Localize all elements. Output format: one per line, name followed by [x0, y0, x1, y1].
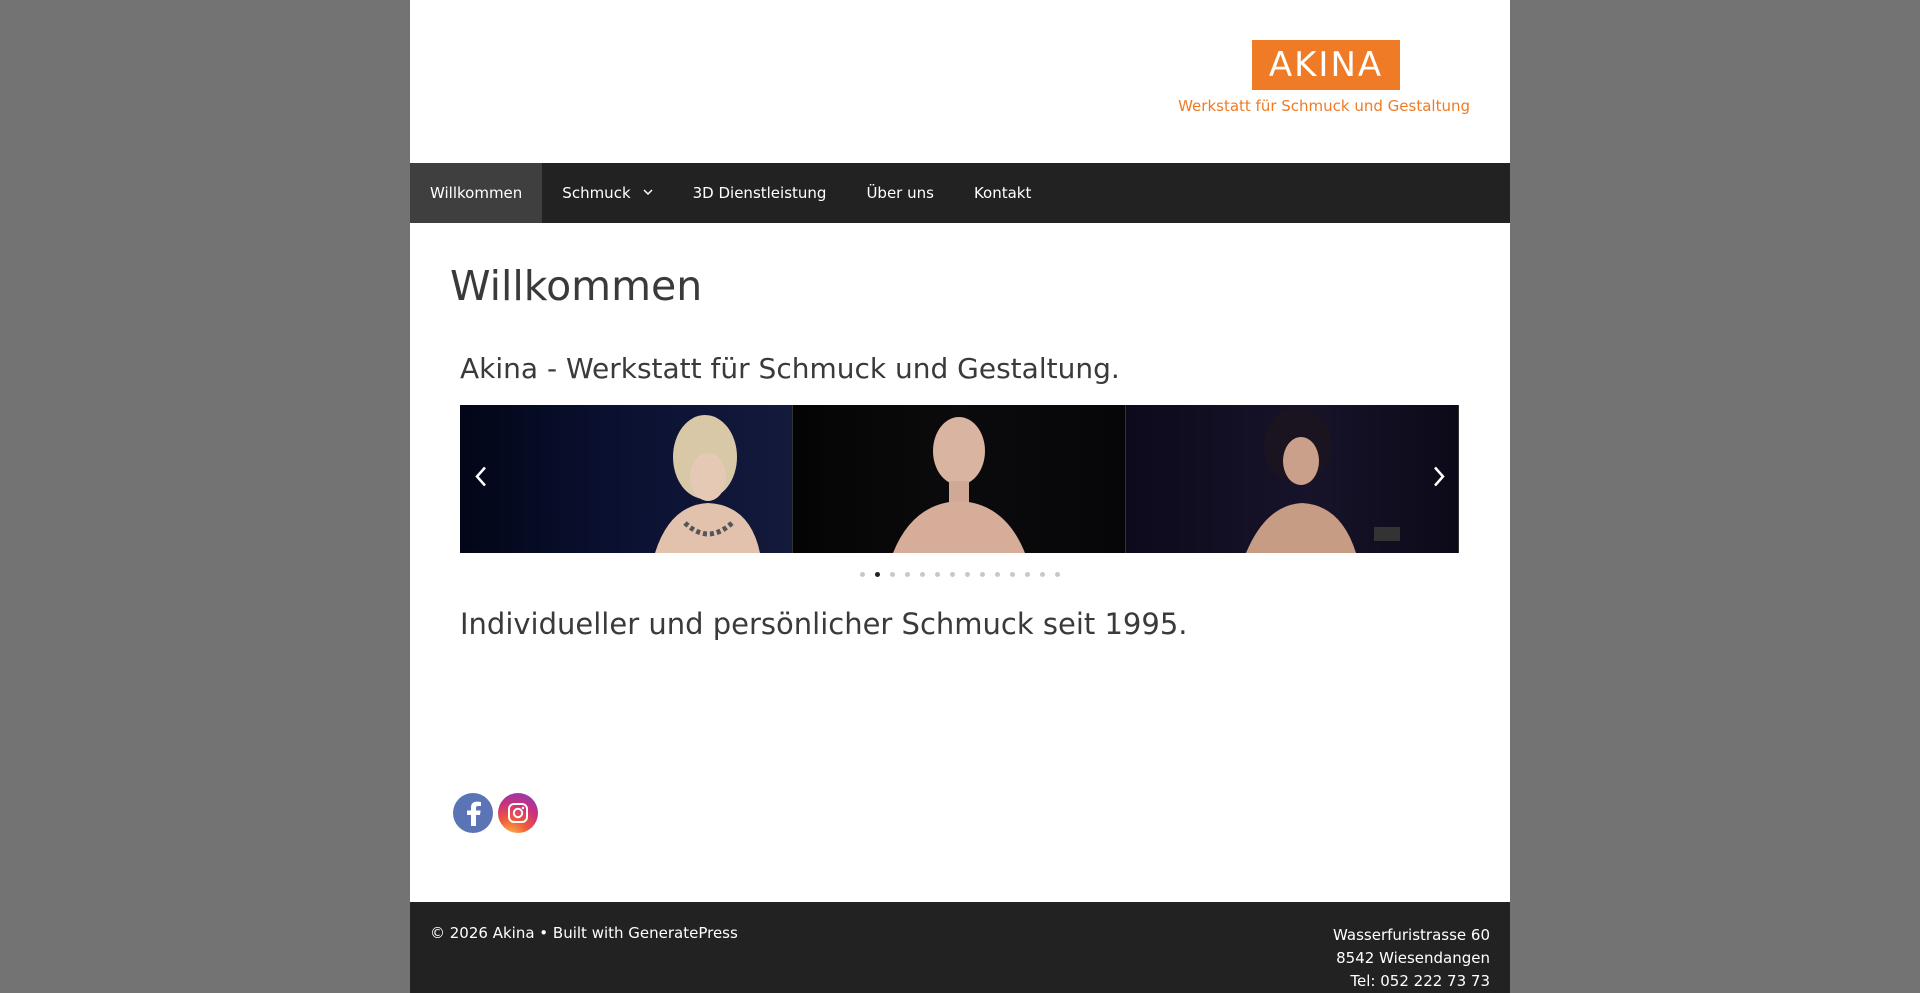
nav-item-label: Über uns — [866, 184, 934, 202]
nav-item-ueber-uns[interactable]: Über uns — [846, 163, 954, 223]
facebook-icon[interactable] — [453, 793, 493, 833]
slider-dot[interactable] — [995, 572, 1000, 577]
nav-item-label: Willkommen — [430, 184, 523, 202]
logo-mark[interactable]: AKINA — [1252, 40, 1400, 90]
nav-item-schmuck[interactable]: Schmuck — [542, 163, 672, 223]
logo-tagline: Werkstatt für Schmuck und Gestaltung — [1178, 97, 1470, 115]
address-city: 8542 Wiesendangen — [1336, 949, 1490, 967]
address-street: Wasserfuristrasse 60 — [1333, 926, 1490, 944]
nav-item-3d-dienstleistung[interactable]: 3D Dienstleistung — [673, 163, 847, 223]
slider-dot[interactable] — [860, 572, 865, 577]
nav-item-willkommen[interactable]: Willkommen — [410, 163, 543, 223]
slider-dot[interactable] — [950, 572, 955, 577]
footer-address: Wasserfuristrasse 60 8542 Wiesendangen T… — [1333, 924, 1490, 993]
slider-dot[interactable] — [965, 572, 970, 577]
nav-item-kontakt[interactable]: Kontakt — [954, 163, 1051, 223]
page-subtitle: Akina - Werkstatt für Schmuck und Gestal… — [460, 352, 1120, 385]
main-navigation: Willkommen Schmuck 3D Dienstleistung Übe… — [410, 163, 1510, 223]
site-header: AKINA Werkstatt für Schmuck und Gestaltu… — [410, 0, 1510, 163]
slider-prev-button[interactable] — [474, 466, 488, 493]
page-title: Willkommen — [450, 262, 703, 310]
slider-dot[interactable] — [980, 572, 985, 577]
slider-dot[interactable] — [1055, 572, 1060, 577]
slide-image-3 — [1126, 405, 1459, 553]
slider-dot[interactable] — [890, 572, 895, 577]
slide-image-1 — [460, 405, 793, 553]
slider-dot[interactable] — [1010, 572, 1015, 577]
image-slider[interactable] — [460, 405, 1460, 553]
slider-dot[interactable] — [935, 572, 940, 577]
nav-item-label: Schmuck — [562, 184, 631, 202]
chevron-down-icon — [643, 188, 653, 199]
slider-dot[interactable] — [920, 572, 925, 577]
address-phone: Tel: 052 222 73 73 — [1350, 972, 1490, 990]
page-tagline: Individueller und persönlicher Schmuck s… — [460, 607, 1188, 641]
social-links — [453, 793, 538, 833]
nav-item-label: Kontakt — [973, 184, 1032, 202]
copyright-text: © 2026 Akina • Built with GeneratePress — [430, 924, 738, 942]
nav-item-label: 3D Dienstleistung — [692, 184, 827, 202]
slide-image-2 — [793, 405, 1126, 553]
slider-dot[interactable] — [905, 572, 910, 577]
slider-dot[interactable] — [1025, 572, 1030, 577]
slider-next-button[interactable] — [1432, 466, 1446, 493]
slider-pagination — [410, 572, 1510, 577]
site-container: AKINA Werkstatt für Schmuck und Gestaltu… — [410, 0, 1510, 993]
slider-dot[interactable] — [1040, 572, 1045, 577]
slider-dot-active[interactable] — [875, 572, 880, 577]
instagram-icon[interactable] — [498, 793, 538, 833]
site-footer: © 2026 Akina • Built with GeneratePress … — [410, 902, 1510, 993]
